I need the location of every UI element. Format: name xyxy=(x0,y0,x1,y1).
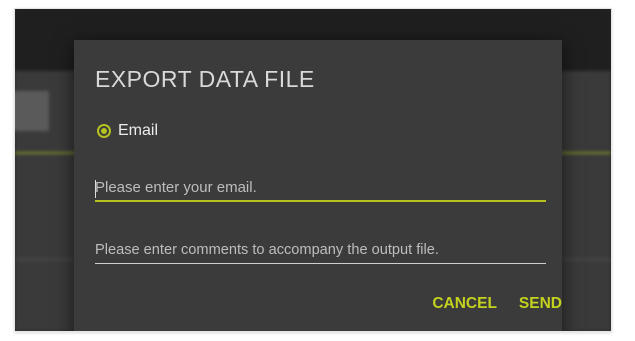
radio-dot-icon xyxy=(101,128,107,134)
email-radio-label: Email xyxy=(118,122,159,139)
cancel-button[interactable]: CANCEL xyxy=(432,289,497,319)
send-button[interactable]: SEND xyxy=(519,289,562,319)
screenshot-frame: EXPORT DATA FILE Email CANCEL SEND xyxy=(14,8,612,332)
radio-selected-icon[interactable] xyxy=(97,124,111,138)
dialog-title: EXPORT DATA FILE xyxy=(95,66,315,92)
background-button xyxy=(15,91,49,131)
text-caret xyxy=(95,180,96,198)
dialog-actions: CANCEL SEND xyxy=(432,289,562,319)
email-input[interactable] xyxy=(95,174,546,202)
comments-input[interactable] xyxy=(95,236,546,264)
email-radio-option[interactable]: Email xyxy=(97,122,158,140)
export-dialog: EXPORT DATA FILE Email CANCEL SEND xyxy=(74,40,562,331)
